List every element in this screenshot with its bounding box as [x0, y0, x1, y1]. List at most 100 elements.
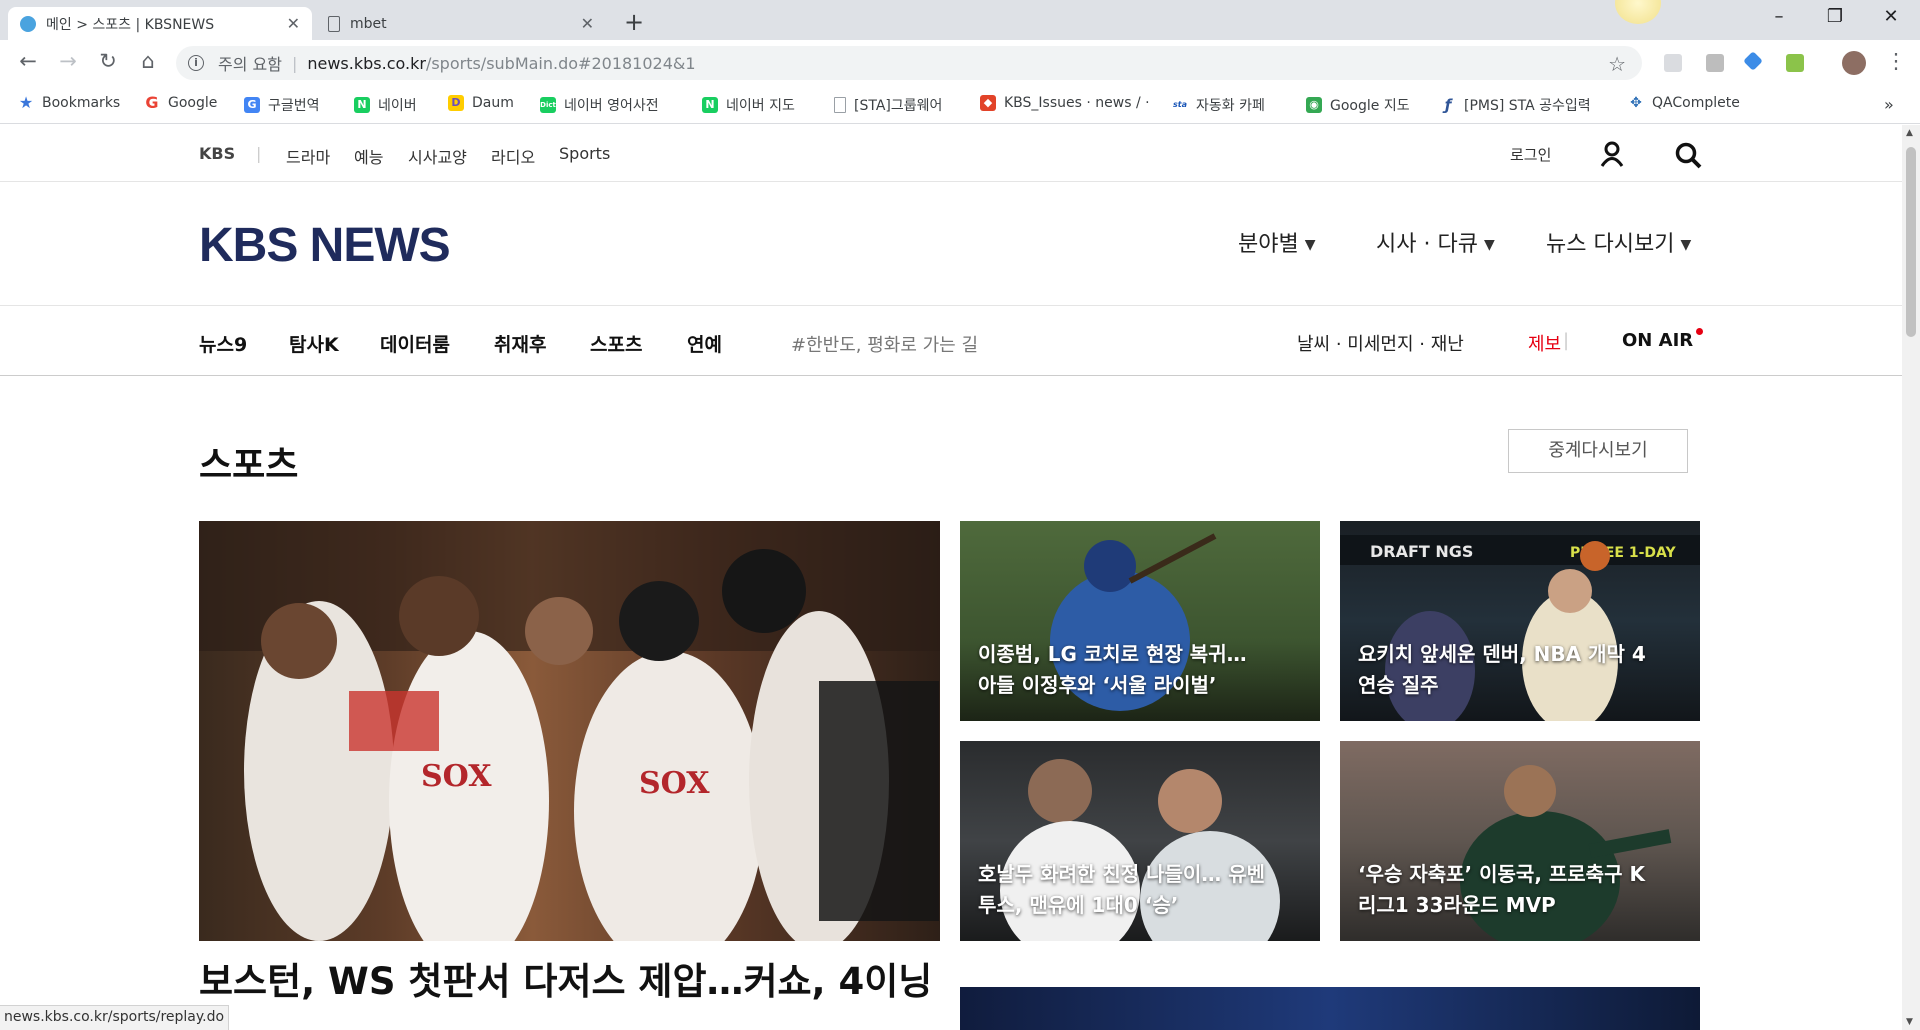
tab-mbet[interactable]: mbet ✕	[316, 7, 606, 40]
util-link-radio[interactable]: 라디오	[491, 144, 535, 168]
security-label: 주의 요함	[218, 55, 282, 74]
login-link[interactable]: 로그인	[1510, 144, 1551, 165]
bookmark-item[interactable]: G 구글번역	[244, 95, 320, 115]
bookmark-item[interactable]: D Daum	[448, 95, 514, 111]
baseball-players-image: SOX SOX	[199, 521, 940, 941]
extension-ex-icon[interactable]	[1706, 54, 1724, 72]
menu-kebab-icon[interactable]: ⋮	[1882, 49, 1910, 73]
page-icon	[328, 15, 340, 32]
nav-sports[interactable]: 스포츠	[590, 330, 642, 357]
bookmark-item[interactable]: ◆ KBS_Issues · news / ·	[980, 95, 1150, 111]
translate-icon: G	[244, 97, 260, 113]
bookmark-item[interactable]: ★ Bookmarks	[18, 95, 120, 112]
replay-button[interactable]: 중계다시보기	[1508, 429, 1688, 473]
main-headline[interactable]: 보스턴, WS 첫판서 다저스 제압…커쇼, 4이닝	[199, 951, 932, 1005]
global-nav: 뉴스9 탐사K 데이터룸 취재후 스포츠 연예 #한반도, 평화로 가는 길 날…	[0, 306, 1902, 376]
back-button[interactable]: ←	[14, 49, 42, 73]
url-host: news.kbs.co.kr	[307, 53, 426, 73]
scroll-up-icon[interactable]: ▲	[1906, 128, 1913, 138]
kbs-home-link[interactable]: KBS	[199, 144, 235, 163]
new-tab-button[interactable]: +	[624, 8, 644, 36]
qa-icon: ✥	[1630, 95, 1642, 111]
dict-icon: Dict	[540, 97, 556, 113]
bookmark-item[interactable]: sta 자동화 카페	[1172, 95, 1265, 115]
page-scrollbar[interactable]: ▲ ▼	[1902, 125, 1920, 1030]
on-air-link[interactable]: ON AIR	[1622, 328, 1704, 351]
reload-button[interactable]: ↻	[94, 49, 122, 73]
daum-icon: D	[448, 95, 464, 111]
util-link-entertainment[interactable]: 예능	[354, 144, 383, 168]
divider: |	[256, 144, 262, 163]
info-icon[interactable]: i	[188, 55, 204, 71]
util-link-sports[interactable]: Sports	[559, 144, 610, 163]
caret-down-icon: ▼	[1483, 237, 1495, 253]
bookmark-item[interactable]: N 네이버	[354, 95, 417, 115]
home-button[interactable]: ⌂	[134, 49, 162, 73]
hashtag-link[interactable]: #한반도, 평화로 가는 길	[791, 331, 978, 357]
card-caption: ‘우승 자축포’ 이동국, 프로축구 K리그1 33라운드 MVP	[1358, 862, 1645, 917]
menu-current-affairs[interactable]: 시사 · 다큐 ▼	[1376, 226, 1495, 258]
user-icon[interactable]	[1599, 141, 1625, 167]
kbs-favicon-icon	[20, 15, 36, 32]
divider: |	[291, 53, 298, 73]
weather-link[interactable]: 날씨 · 미세먼지 · 재난	[1297, 330, 1464, 356]
svg-text:SOX: SOX	[421, 759, 492, 794]
scroll-thumb[interactable]	[1906, 147, 1916, 337]
bookmark-star-icon[interactable]: ☆	[1608, 52, 1626, 76]
kbs-news-page: KBS | 드라마 예능 시사교양 라디오 Sports 로그인 KBS NEW…	[0, 125, 1902, 1030]
close-window-button[interactable]: ✕	[1876, 6, 1906, 27]
util-link-drama[interactable]: 드라마	[286, 144, 330, 168]
address-bar[interactable]: i 주의 요함 | news.kbs.co.kr/sports/subMain.…	[176, 46, 1642, 80]
bookmark-item[interactable]: N 네이버 지도	[702, 95, 795, 115]
menu-category[interactable]: 분야별 ▼	[1238, 226, 1316, 258]
maps-icon: ◉	[1306, 97, 1322, 113]
extension-diamond-icon[interactable]	[1743, 51, 1763, 71]
naver-icon: N	[702, 97, 718, 113]
maximize-button[interactable]: ❐	[1820, 6, 1850, 27]
section-title: 스포츠	[199, 445, 299, 486]
search-icon[interactable]	[1674, 141, 1702, 169]
divider: |	[1563, 330, 1570, 351]
google-icon: G	[145, 93, 159, 112]
gitlab-icon: ◆	[980, 95, 996, 111]
news-card[interactable]: 이종범, LG 코치로 현장 복귀… 아들 이정후와 ‘서울 라이벌’	[960, 521, 1320, 721]
news-card[interactable]: DRAFT NGS PL REE 1-DAY 요키치 앞세운 덴버, NBA 개…	[1340, 521, 1700, 721]
card-caption: 요키치 앞세운 덴버, NBA 개막 4연승 질주	[1358, 642, 1646, 697]
forward-button[interactable]: →	[54, 49, 82, 73]
kbs-news-logo[interactable]: KBS NEWS	[199, 218, 451, 273]
nav-entertainment[interactable]: 연예	[687, 330, 722, 357]
bookmark-item[interactable]: ◉ Google 지도	[1306, 95, 1410, 115]
nav-news9[interactable]: 뉴스9	[199, 330, 247, 357]
news-banner-image[interactable]	[960, 987, 1700, 1030]
nav-tamsa-k[interactable]: 탐사K	[289, 330, 339, 357]
nav-behind[interactable]: 취재후	[494, 330, 546, 357]
bookmark-item[interactable]: ✥ QAComplete	[1628, 95, 1740, 111]
hero-photo[interactable]: SOX SOX	[199, 521, 940, 941]
profile-avatar[interactable]	[1842, 51, 1866, 75]
news-card[interactable]: ‘우승 자축포’ 이동국, 프로축구 K리그1 33라운드 MVP	[1340, 741, 1700, 941]
bookmark-item[interactable]: ƒ [PMS] STA 공수입력	[1440, 95, 1591, 115]
live-dot-icon	[1696, 328, 1704, 335]
nav-dataroom[interactable]: 데이터룸	[380, 330, 450, 357]
url-path: /sports/subMain.do#20181024&1	[425, 53, 696, 73]
report-link[interactable]: 제보	[1528, 330, 1561, 356]
bookmark-item[interactable]: [STA]그룹웨어	[834, 95, 942, 115]
svg-text:DRAFT NGS: DRAFT NGS	[1370, 542, 1473, 561]
util-link-culture[interactable]: 시사교양	[408, 144, 467, 168]
tab-bar: 메인 > 스포츠 | KBSNEWS ✕ mbet ✕ + – ❐ ✕	[0, 0, 1920, 40]
menu-news-replay[interactable]: 뉴스 다시보기 ▼	[1546, 226, 1691, 258]
close-tab-icon[interactable]: ✕	[287, 14, 300, 33]
scroll-down-icon[interactable]: ▼	[1906, 1017, 1913, 1027]
news-card[interactable]: 호날두 화려한 친정 나들이… 유벤투스, 맨유에 1대0 ‘승’	[960, 741, 1320, 941]
card-caption: 이종범, LG 코치로 현장 복귀… 아들 이정후와 ‘서울 라이벌’	[978, 642, 1247, 697]
bookmarks-overflow-button[interactable]: »	[1884, 95, 1894, 114]
extension-green-icon[interactable]	[1786, 54, 1804, 72]
minimize-button[interactable]: –	[1764, 6, 1794, 27]
extension-cast-icon[interactable]	[1664, 54, 1682, 72]
tab-kbsnews[interactable]: 메인 > 스포츠 | KBSNEWS ✕	[8, 7, 312, 40]
bookmark-item[interactable]: G Google	[144, 93, 217, 112]
close-tab-icon[interactable]: ✕	[581, 14, 594, 33]
pms-icon: ƒ	[1444, 96, 1452, 114]
bookmark-item[interactable]: Dict 네이버 영어사전	[540, 95, 659, 115]
card-caption: 호날두 화려한 친정 나들이… 유벤투스, 맨유에 1대0 ‘승’	[978, 862, 1266, 917]
